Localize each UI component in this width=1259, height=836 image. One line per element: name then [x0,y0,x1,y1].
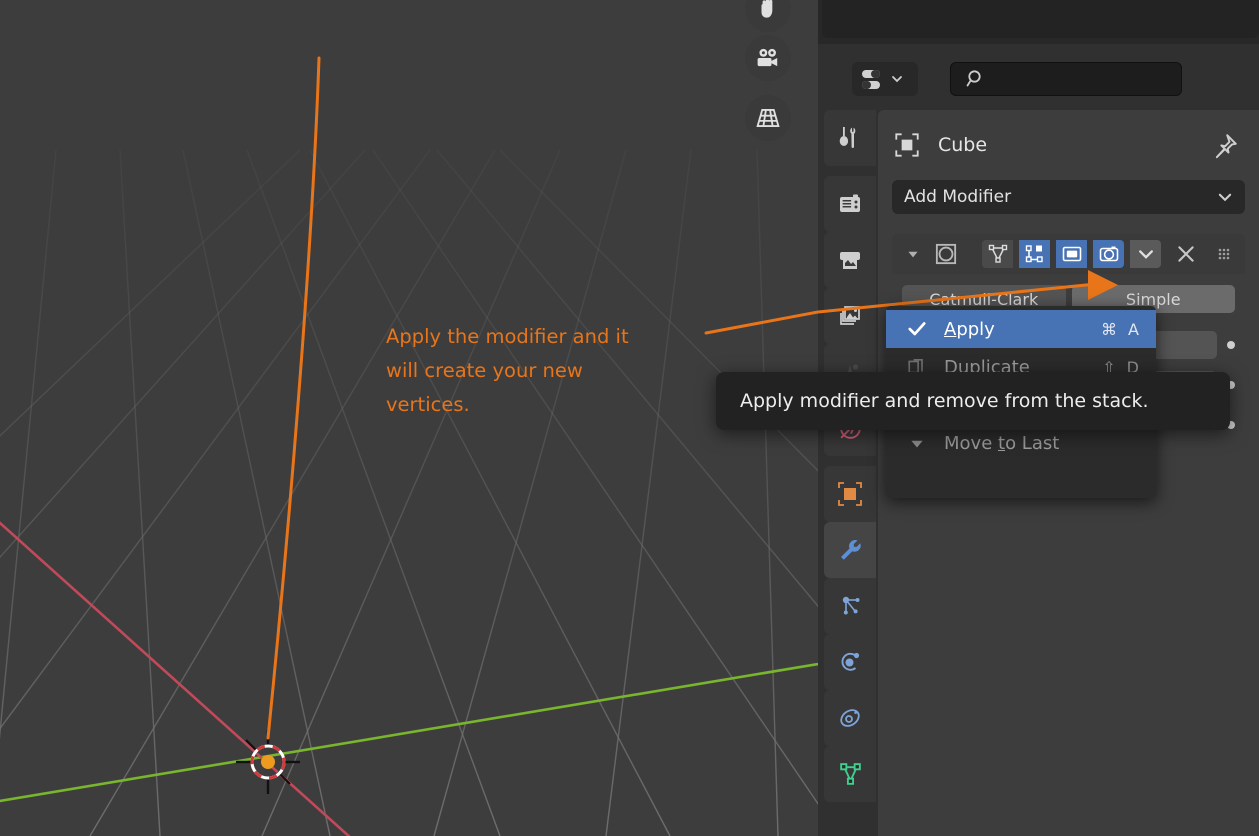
menu-item-apply[interactable]: Apply ⌘ A [886,310,1156,348]
object-square-icon [838,482,862,506]
mesh-data-triangle-icon [839,762,861,785]
x-icon [1178,246,1194,262]
tab-physics[interactable] [824,634,876,690]
tab-tool[interactable] [824,110,876,166]
toggle-edit-mode[interactable] [1019,240,1051,268]
breadcrumb-label: Cube [938,134,988,156]
editor-type-selector[interactable] [852,62,918,96]
edit-mode-icon [1025,245,1043,263]
properties-tab-rail [822,110,878,836]
tab-object[interactable] [824,466,876,522]
printer-icon [840,252,860,269]
triangle-down-icon [904,434,930,452]
add-modifier-label: Add Modifier [904,187,1012,207]
search-icon [966,70,981,87]
modifier-header [892,234,1245,274]
tab-constraints[interactable] [824,690,876,746]
particles-icon [842,596,860,615]
tab-particles[interactable] [824,578,876,634]
toggle-grid-gizmo[interactable] [745,95,791,141]
tab-object-data[interactable] [824,746,876,802]
tool-icon [839,127,856,148]
annotation-line-2: will create your new [386,359,583,382]
view-camera-gizmo[interactable] [745,35,791,81]
object-origin-dot [261,755,275,769]
grid-floor-icon [756,109,780,127]
render-camera-icon [1099,246,1119,262]
chevron-down-icon [1218,193,1232,202]
constraint-icon [840,709,860,727]
tab-modifiers[interactable] [824,522,876,578]
chevron-down-icon [892,76,902,83]
toggle-realtime[interactable] [1056,240,1088,268]
breadcrumb: Cube [892,126,1245,164]
dots-grip-icon [1218,248,1230,260]
edit-mode-cage-icon [988,244,1007,263]
triangle-down-icon [908,251,918,258]
tab-render[interactable] [824,176,876,232]
tooltip: Apply modifier and remove from the stack… [716,372,1230,430]
check-icon [904,319,930,339]
pin-icon [1215,134,1237,159]
animate-dot[interactable] [1227,341,1235,349]
camera-icon [757,48,778,67]
properties-header [822,50,1259,110]
tooltip-text: Apply modifier and remove from the stack… [740,390,1149,412]
menu-item-apply-label: Apply [944,318,995,340]
3d-cursor [236,730,300,794]
annotation-line-3: vertices. [386,393,470,416]
toggle-on-cage[interactable] [982,240,1014,268]
annotation-line-1: Apply the modifier and it [386,325,629,348]
chevron-down-icon [1138,250,1153,259]
modifier-extras-button[interactable] [1130,240,1162,268]
menu-item-apply-shortcut: ⌘ A [1100,319,1142,339]
modifier-type-icon-button [932,240,960,268]
modifier-expand-toggle[interactable] [900,240,926,268]
pin-button[interactable] [1209,132,1239,166]
toggle-render[interactable] [1093,240,1125,268]
editor-type-icon [862,70,880,89]
annotation-text: Apply the modifier and it will create yo… [386,320,686,422]
display-viewport-icon [1062,246,1082,262]
modifier-drag-handle[interactable] [1211,240,1237,268]
hand-icon [761,0,773,18]
object-data-icon [895,133,919,157]
modifier-remove-button[interactable] [1173,240,1199,268]
add-modifier-dropdown[interactable]: Add Modifier [892,180,1245,214]
search-input[interactable] [950,62,1182,96]
physics-orbit-icon [841,652,860,671]
tab-output[interactable] [824,232,876,288]
wrench-icon [841,540,861,560]
camera-back-icon [840,194,860,212]
editor-top-gap [818,0,1259,44]
tab-view-layer[interactable] [824,288,876,344]
subsurf-icon [935,243,956,265]
menu-item-move-to-last-label: Move to Last [944,432,1060,454]
images-icon [840,306,860,325]
